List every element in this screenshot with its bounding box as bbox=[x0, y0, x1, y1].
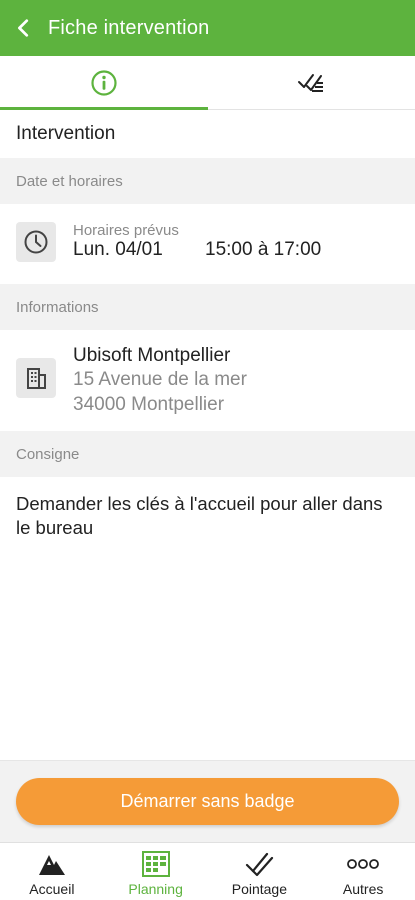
tabbar-label-pointage: Pointage bbox=[231, 881, 288, 897]
check-stamp-icon bbox=[246, 852, 274, 877]
tabbar-label-autres: Autres bbox=[342, 881, 384, 897]
tabbar-label-planning: Planning bbox=[128, 881, 183, 897]
chevron-left-icon bbox=[18, 19, 29, 37]
intervention-title: Intervention bbox=[16, 123, 116, 144]
page-title: Fiche intervention bbox=[48, 16, 210, 39]
schedule-date: Lun. 04/01 bbox=[73, 239, 163, 260]
building-icon bbox=[27, 368, 46, 389]
schedule-hours: 15:00 à 17:00 bbox=[205, 239, 322, 260]
more-dots-icon bbox=[347, 859, 380, 869]
tabbar-item-accueil[interactable]: Accueil bbox=[0, 843, 104, 900]
site-address-line1: 15 Avenue de la mer bbox=[73, 369, 247, 390]
back-button[interactable] bbox=[2, 0, 46, 56]
app-header: Fiche intervention bbox=[0, 0, 415, 56]
consigne-section-header: Consigne bbox=[0, 431, 415, 477]
bottom-tab-bar: Accueil Planning Pointage Autres bbox=[0, 842, 415, 900]
site-address-line2: 34000 Montpellier bbox=[73, 394, 225, 415]
calendar-grid-icon bbox=[141, 851, 170, 877]
schedule-section-header: Date et horaires bbox=[0, 158, 415, 204]
tab-checklist[interactable] bbox=[208, 56, 415, 109]
checklist-icon bbox=[298, 73, 324, 92]
consigne-text: Demander les clés à l'accueil pour aller… bbox=[16, 493, 383, 538]
schedule-caption: Horaires prévus bbox=[73, 222, 179, 239]
info-icon bbox=[91, 69, 117, 96]
clock-icon bbox=[24, 230, 48, 254]
start-without-badge-button[interactable]: Démarrer sans badge bbox=[16, 778, 399, 825]
info-section-header: Informations bbox=[0, 284, 415, 330]
tabbar-label-accueil: Accueil bbox=[29, 881, 75, 897]
site-name: Ubisoft Montpellier bbox=[73, 345, 231, 366]
tabbar-item-autres[interactable]: Autres bbox=[311, 843, 415, 900]
tabbar-item-pointage[interactable]: Pointage bbox=[208, 843, 312, 900]
schedule-icon-box bbox=[16, 222, 56, 262]
detail-tabs bbox=[0, 56, 415, 110]
info-icon-box bbox=[16, 358, 56, 398]
tabbar-item-planning[interactable]: Planning bbox=[104, 843, 208, 900]
mountain-logo-icon bbox=[38, 855, 65, 875]
tab-info[interactable] bbox=[0, 56, 208, 110]
